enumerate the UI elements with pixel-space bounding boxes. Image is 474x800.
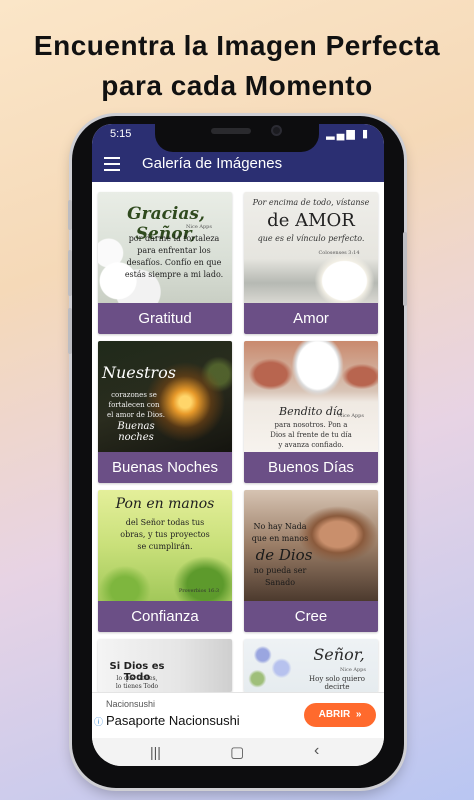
card-image-line: lo que tienes, — [116, 675, 158, 682]
card-image-line: desafíos. Confío en que — [126, 258, 222, 267]
card-label: Amor — [244, 303, 378, 334]
hamburger-menu-icon[interactable] — [104, 157, 120, 171]
card-image-line: que es el vínculo perfecto. — [257, 234, 365, 243]
status-time: 5:15 — [110, 128, 132, 140]
ad-banner[interactable]: ⓘ Nacionsushi Pasaporte Nacionsushi ABRI… — [92, 692, 384, 738]
headline-line-1: Encuentra la Imagen Perfecta — [33, 30, 441, 61]
card-image-line: Dios al frente de tu día — [270, 431, 352, 439]
phone-screen: 5:15 ◉ ▂▄▆ ▮ Galería de Imágenes Gracias… — [92, 124, 384, 766]
phone-notch — [155, 116, 319, 152]
card-image-line: No hay Nada — [253, 522, 307, 531]
card-image-line: corazones se — [111, 391, 157, 399]
card-image-small: Proverbios 16:3 — [178, 588, 220, 594]
card-image-line: y avanza confiado. — [278, 441, 344, 449]
card-image-cree: No hay Nada que en manos de Dios no pued… — [244, 490, 378, 601]
card-image-partial-left: Si Dios es Todo lo que tienes, lo tienes… — [98, 639, 232, 692]
card-image-line: del Señor todas tus — [125, 518, 205, 527]
card-image-line: Hoy solo quiero decirte — [309, 675, 365, 691]
card-image-line: no pueda ser — [253, 566, 307, 575]
card-image-line: se cumplirán. — [137, 542, 193, 551]
card-image-buenas-noches: Nuestros corazones se fortalecen con el … — [98, 341, 232, 452]
card-image-line: para enfrentar los — [137, 246, 211, 255]
ad-open-label: ABRIR — [318, 709, 351, 720]
card-label: Buenas Noches — [98, 452, 232, 483]
category-card-buenas-noches[interactable]: Nuestros corazones se fortalecen con el … — [98, 341, 232, 483]
promo-headline: Encuentra la Imagen Perfecta para cada M… — [0, 26, 474, 106]
card-image-line: por darme la fortaleza — [128, 234, 220, 243]
card-image-line: que en manos — [251, 534, 309, 543]
card-image-small: Nice Apps — [186, 224, 212, 230]
ad-brand: Nacionsushi — [106, 699, 156, 709]
card-image-partial-right: Señor, Nice Apps Hoy solo quiero decirte — [244, 639, 378, 692]
card-image-line: Por encima de todo, vístanse — [252, 198, 370, 207]
speaker-grille — [211, 128, 251, 134]
card-image-line: Buenas noches — [117, 421, 155, 443]
volume-up-button — [68, 200, 72, 230]
card-image-title: Señor, — [313, 645, 365, 664]
card-label: Buenos Días — [244, 452, 378, 483]
category-card-amor[interactable]: Por encima de todo, vístanse de AMOR que… — [244, 192, 378, 334]
headline-line-2: para cada Momento — [101, 70, 373, 101]
power-button — [403, 232, 407, 306]
card-image-title: de Dios — [255, 546, 313, 564]
card-label: Gratitud — [98, 303, 232, 334]
side-button — [68, 308, 72, 354]
card-label: Cree — [244, 601, 378, 632]
card-image-line: lo tienes Todo — [115, 683, 159, 690]
battery-icon: ▮ — [361, 128, 370, 140]
category-card-gratitud[interactable]: Gracias, Señor, Nice Apps por darme la f… — [98, 192, 232, 334]
volume-down-button — [68, 250, 72, 296]
adchoices-icon[interactable]: ⓘ — [94, 715, 103, 728]
recent-apps-icon[interactable]: ||| — [150, 744, 161, 760]
card-image-buenos-dias: Bendito día para nosotros. Pon a Dios al… — [244, 341, 378, 452]
front-camera — [271, 125, 282, 136]
category-card-partial-right[interactable]: Señor, Nice Apps Hoy solo quiero decirte — [244, 639, 378, 692]
system-nav-bar: ||| ▢ ‹ — [92, 738, 384, 766]
ad-title: Pasaporte Nacionsushi — [106, 713, 240, 728]
category-card-buenos-dias[interactable]: Bendito día para nosotros. Pon a Dios al… — [244, 341, 378, 483]
card-image-confianza: Pon en manos del Señor todas tus obras, … — [98, 490, 232, 601]
double-chevron-right-icon: » — [353, 709, 362, 720]
card-image-line: para nosotros. Pon a — [274, 421, 348, 429]
card-image-amor: Por encima de todo, vístanse de AMOR que… — [244, 192, 378, 303]
ad-open-button[interactable]: ABRIR » — [304, 703, 376, 727]
back-icon[interactable]: ‹ — [314, 742, 319, 760]
card-image-line: Sanado — [264, 578, 296, 587]
card-label: Confianza — [98, 601, 232, 632]
card-image-title: Pon en manos — [115, 496, 215, 512]
signal-icon: ▂▄▆ — [326, 128, 357, 140]
card-image-line: obras, y tus proyectos — [120, 530, 210, 539]
category-card-confianza[interactable]: Pon en manos del Señor todas tus obras, … — [98, 490, 232, 632]
card-image-line: estás siempre a mi lado. — [124, 270, 224, 279]
card-image-title: de AMOR — [267, 210, 355, 231]
card-image-small: Nice Apps — [340, 667, 366, 673]
card-image-small: Colosenses 3:14 — [318, 250, 360, 256]
card-image-small: Nice Apps — [338, 413, 364, 419]
card-image-title: Nuestros — [102, 363, 176, 382]
home-icon[interactable]: ▢ — [230, 743, 244, 761]
card-image-line: fortalecen con — [108, 401, 160, 409]
card-image-line: el amor de Dios. — [107, 411, 165, 419]
category-card-partial-left[interactable]: Si Dios es Todo lo que tienes, lo tienes… — [98, 639, 232, 692]
category-card-cree[interactable]: No hay Nada que en manos de Dios no pued… — [244, 490, 378, 632]
app-title: Galería de Imágenes — [142, 155, 283, 172]
card-image-gratitud: Gracias, Señor, Nice Apps por darme la f… — [98, 192, 232, 303]
